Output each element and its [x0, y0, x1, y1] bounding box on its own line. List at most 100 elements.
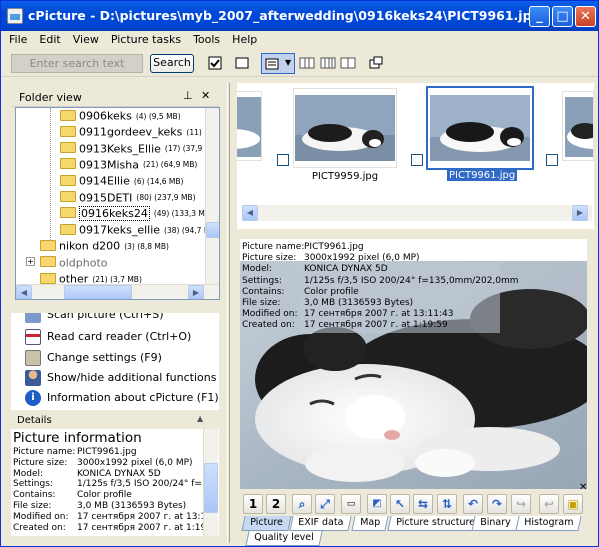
tab-picture[interactable]: Picture — [241, 516, 292, 531]
flip-horizontal-icon[interactable]: ⇆ — [413, 494, 433, 514]
rotate-left-icon[interactable]: ↖ — [390, 494, 410, 514]
zoom-icon[interactable]: ⌕ — [292, 494, 312, 514]
folder-item[interactable]: 0911gordeev_keks(11) (3 — [60, 125, 206, 141]
scroll-left-icon[interactable]: ◀ — [242, 205, 258, 221]
view-mode-dropdown[interactable]: ▼ — [261, 53, 295, 74]
folder-tree-hscroll[interactable]: ◀ ▶ — [16, 284, 219, 299]
thumbnail-partial-left[interactable] — [237, 91, 262, 161]
folder-item[interactable]: 0906keks (4) (9,5 MB) — [60, 109, 181, 125]
tab-picture-structure[interactable]: Picture structure — [387, 516, 484, 531]
folder-count: (49) (133,3 M — [153, 209, 205, 219]
action-additional-functions[interactable]: Show/hide additional functions — [25, 370, 216, 390]
thumbnail-checkbox[interactable] — [411, 154, 423, 166]
crop-icon[interactable]: ◩ — [367, 494, 387, 514]
folder-name: 0916keks24 — [79, 206, 150, 222]
split-view-icon[interactable] — [340, 55, 356, 71]
title-bar: cPicture - D:\pictures\myb_2007_afterwed… — [1, 1, 598, 31]
folder-item[interactable]: 0917keks_ellie (38) (94,7 M — [60, 223, 206, 239]
tile-view-icon[interactable] — [320, 55, 336, 71]
card-reader-icon — [25, 329, 41, 345]
tab-map[interactable]: Map — [351, 516, 389, 531]
collapse-up-icon[interactable]: ▲ — [197, 414, 203, 423]
scroll-left-icon[interactable]: ◀ — [16, 285, 32, 299]
maximize-button[interactable]: □ — [552, 6, 573, 27]
action-card-reader[interactable]: Read card reader (Ctrl+O) — [25, 329, 191, 349]
action-about[interactable]: i Information about cPicture (F1) — [25, 390, 219, 410]
folder-tree-vscroll[interactable] — [205, 108, 219, 284]
details-value: 1/125s f/3,5 ISO 200/24° f=13: — [77, 479, 217, 490]
thumbnail-checkbox[interactable] — [546, 154, 558, 166]
close-panel-icon[interactable]: ✕ — [579, 482, 587, 493]
main-splitter[interactable] — [227, 83, 230, 543]
expand-icon[interactable]: + — [26, 256, 35, 266]
menu-view[interactable]: View — [66, 31, 104, 46]
view-one-button[interactable]: 1 — [243, 494, 263, 514]
details-value: PICT9961.jpg — [77, 447, 137, 457]
folder-item[interactable]: nikon d200 (3) (8,8 MB) — [40, 239, 169, 255]
flip-vertical-icon[interactable]: ⇅ — [437, 494, 457, 514]
menu-tools[interactable]: Tools — [186, 31, 225, 46]
details-scroll-thumb[interactable] — [204, 463, 218, 513]
folder-item[interactable]: other (21) (3,7 MB) — [40, 272, 142, 284]
rotate-ccw-icon[interactable]: ↶ — [463, 494, 483, 514]
folder-item[interactable]: 0915DETI (80) (237,9 MB) — [60, 191, 196, 207]
hscroll-thumb[interactable] — [64, 285, 132, 299]
picture-info-value: 17 сентября 2007 г. at 13:11:43 — [304, 309, 454, 320]
folder-view-close-button[interactable]: ✕ — [201, 89, 210, 102]
scroll-right-icon[interactable]: ▶ — [188, 285, 204, 299]
folder-count: (17) (37,9 M — [164, 144, 206, 154]
folder-name: nikon d200 — [59, 239, 121, 253]
details-vscroll[interactable] — [203, 429, 218, 536]
menu-edit[interactable]: Edit — [32, 31, 65, 46]
folder-icon — [60, 191, 76, 202]
tab-binary[interactable]: Binary — [471, 516, 520, 531]
tab-exif-data[interactable]: EXIF data — [289, 516, 352, 531]
search-button[interactable]: Search — [150, 54, 194, 73]
details-header: Details ▲ — [11, 412, 219, 429]
thumbnail-label: PICT9959.jpg — [311, 171, 379, 182]
actual-size-icon[interactable]: ▭ — [341, 494, 361, 514]
tab-quality-level[interactable]: Quality level — [245, 531, 323, 546]
scroll-track — [290, 205, 590, 221]
action-settings[interactable]: Change settings (F9) — [25, 350, 162, 370]
checkbox-icon[interactable] — [207, 55, 223, 71]
thumbnail-partial-right[interactable] — [562, 91, 594, 161]
menu-picture-tasks[interactable]: Picture tasks — [104, 31, 186, 46]
tab-histogram[interactable]: Histogram — [515, 516, 582, 531]
folder-item[interactable]: oldphoto + — [26, 256, 112, 272]
user-icon — [25, 370, 41, 386]
grid-view-icon[interactable] — [299, 55, 315, 71]
folder-name: 0911gordeev_keks — [79, 125, 183, 139]
folder-item[interactable]: 0913Misha (21) (64,9 MB) — [60, 158, 197, 174]
folder-item[interactable]: 0913Keks_Ellie(17) (37,9 M — [60, 142, 206, 158]
search-input[interactable]: Enter search text — [11, 54, 143, 73]
pin-icon[interactable]: ⊥ — [183, 89, 193, 102]
frame-icon[interactable] — [234, 55, 250, 71]
folder-item[interactable]: 0914Ellie (6) (14,6 MB) — [60, 174, 183, 190]
fit-icon[interactable]: ⤢ — [315, 494, 335, 514]
folder-count: (38) (94,7 M — [164, 225, 206, 235]
rotate-cw-icon[interactable]: ↷ — [487, 494, 507, 514]
close-button[interactable]: ✕ — [575, 6, 596, 27]
thumbnail-pict9959[interactable] — [293, 88, 397, 168]
thumbnail-pict9961[interactable] — [426, 86, 534, 170]
folder-item[interactable]: 0916keks24 (49) (133,3 M — [60, 206, 205, 223]
tree-guide-line — [50, 108, 51, 240]
menu-file[interactable]: File — [2, 31, 32, 46]
thumbnail-checkbox[interactable] — [277, 154, 289, 166]
menu-help[interactable]: Help — [225, 31, 262, 46]
picture-view[interactable]: Picture name: PICT9961.jpg Picture size: 30… — [240, 239, 587, 489]
fullscreen-icon[interactable] — [368, 55, 384, 71]
view-two-button[interactable]: 2 — [266, 494, 286, 514]
undo-icon[interactable]: ↩ — [539, 494, 559, 514]
scroll-right-icon[interactable]: ▶ — [572, 205, 588, 221]
thumbnail-hscroll[interactable]: ◀ ▶ — [242, 205, 592, 221]
toolbar: Enter search text Search ▼ — [2, 51, 598, 77]
vscroll-thumb[interactable] — [206, 222, 219, 238]
redo-icon[interactable]: ↪ — [511, 494, 531, 514]
action-scan[interactable]: Scan picture (Ctrl+S) — [25, 313, 164, 327]
picture-info-value: Color profile — [304, 286, 359, 297]
save-icon[interactable]: ▣ — [563, 494, 583, 514]
folder-view-header: Folder view ⊥ ✕ — [11, 87, 219, 107]
minimize-button[interactable]: _ — [529, 6, 550, 27]
